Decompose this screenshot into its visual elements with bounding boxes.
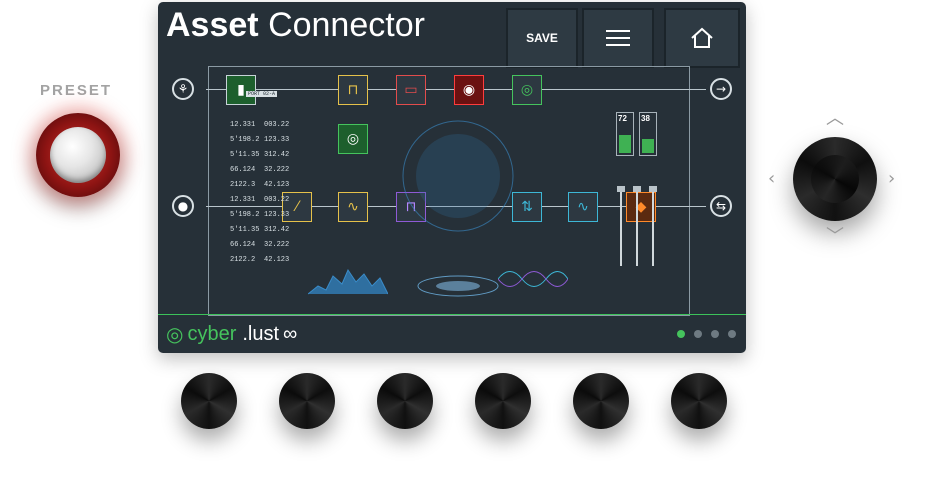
num: 003.22 [264,121,290,129]
waveform-graph [498,271,568,287]
meter-left-bar [619,135,631,153]
fader-2[interactable] [636,190,638,266]
device-screen: Asset Connector SAVE ⚘ ● → ⇆ ▮ PORT 02-A… [158,2,746,353]
meter-left: 72 [616,112,634,156]
num: 312.42 [264,151,290,159]
num: 12.331 [230,121,256,129]
num: 5'11.35 [230,151,260,159]
num: 66.124 [230,241,256,249]
fader-cap-1[interactable] [617,186,625,192]
fader-cap-3[interactable] [649,186,657,192]
page-dot-4[interactable] [728,330,736,338]
arrow-right-icon[interactable]: → [710,78,732,100]
signal-graph: ⚘ ● → ⇆ ▮ PORT 02-A ⊓ ▭ ◉ ◎ ◎ ⁄ ∿ ⊓ ⇅ ∿ … [172,66,732,318]
usb-icon[interactable]: ⇆ [710,195,732,217]
parameter-knob-3[interactable] [377,373,433,429]
nav-right-arrow-icon[interactable]: › [888,170,895,188]
parameter-knob-2[interactable] [279,373,335,429]
footer-divider [158,314,746,315]
preset-label: PRESET [40,82,113,99]
brand-link-icon: ∞ [283,323,298,345]
parameter-knob-6[interactable] [671,373,727,429]
meter-right: 38 [639,112,657,156]
preset-knob[interactable] [36,113,120,197]
num: 5'198.2 [230,211,260,219]
nav-left-arrow-icon[interactable]: ‹ [768,170,775,188]
microphone-icon[interactable]: ● [172,195,194,217]
meter-left-value: 72 [618,114,627,123]
block-chorus[interactable]: ◎ [512,75,542,105]
cabinet-icon: ▭ [404,82,418,98]
meter-right-bar [642,139,654,153]
block-drive[interactable]: ◉ [454,75,484,105]
num: 123.33 [264,211,290,219]
parameter-knob-1[interactable] [181,373,237,429]
block-amp[interactable]: ⊓ [338,75,368,105]
page-dot-3[interactable] [711,330,719,338]
parameter-knob-4[interactable] [475,373,531,429]
num: 5'11.35 [230,226,260,234]
page-indicator [677,330,736,338]
numbers-col-mid: 003.22 123.33 312.42 32.222 42.123 003.2… [264,118,289,268]
block-cab[interactable]: ▭ [396,75,426,105]
page-dot-1[interactable] [677,330,685,338]
num: 66.124 [230,166,256,174]
brand-right: .lust [242,323,280,345]
title-light: Connector [268,6,425,44]
block-label: PORT 02-A [246,91,278,97]
rings-icon: ◎ [520,82,534,98]
reverb-icon: ◎ [346,131,360,147]
page-title: Asset Connector [166,6,425,45]
num: 5'198.2 [230,136,260,144]
num: 003.22 [264,196,290,204]
nav-up-arrow-icon[interactable]: ︿ [826,110,844,128]
menu-button[interactable] [582,8,654,68]
fader-1[interactable] [620,190,622,266]
brand-logo: ◎ cyber .lust ∞ [166,322,297,347]
curve-icon: ⁄ [295,199,299,215]
num: 2122.2 [230,256,256,264]
numbers-col-left: 12.331 5'198.2 5'11.35 66.124 2122.3 12.… [230,118,259,268]
block-synth[interactable]: ∿ [568,192,598,222]
eq-icon: ▮ [237,82,245,98]
sine-icon: ∿ [347,199,359,215]
num: 42.123 [264,256,290,264]
save-button[interactable]: SAVE [506,8,578,68]
parameter-knob-5[interactable] [573,373,629,429]
block-mod[interactable]: ∿ [338,192,368,222]
brand-left: cyber [187,323,237,345]
wave-square-icon: ⊓ [347,82,359,98]
num: 12.331 [230,196,256,204]
meter-right-value: 38 [641,114,650,123]
wave-icon: ∿ [577,199,589,215]
title-bold: Asset [166,6,259,44]
num: 32.222 [264,241,290,249]
hamburger-menu-icon [606,30,630,46]
nav-down-arrow-icon[interactable]: ﹀ [826,228,844,246]
brand-ring-icon: ◎ [166,324,184,346]
target-icon: ◉ [462,82,476,98]
spectrum-graph [308,268,388,295]
fader-cap-2[interactable] [633,186,641,192]
block-eq[interactable]: ▮ [226,75,256,105]
num: 123.33 [264,136,290,144]
num: 42.123 [264,181,290,189]
num: 32.222 [264,166,290,174]
page-dot-2[interactable] [694,330,702,338]
block-reverb[interactable]: ◎ [338,124,368,154]
guitar-icon[interactable]: ⚘ [172,78,194,100]
num: 312.42 [264,226,290,234]
home-icon [691,27,713,48]
num: 2122.3 [230,181,256,189]
fader-3[interactable] [652,190,654,266]
navigation-knob[interactable] [793,137,877,221]
home-button[interactable] [664,8,740,68]
